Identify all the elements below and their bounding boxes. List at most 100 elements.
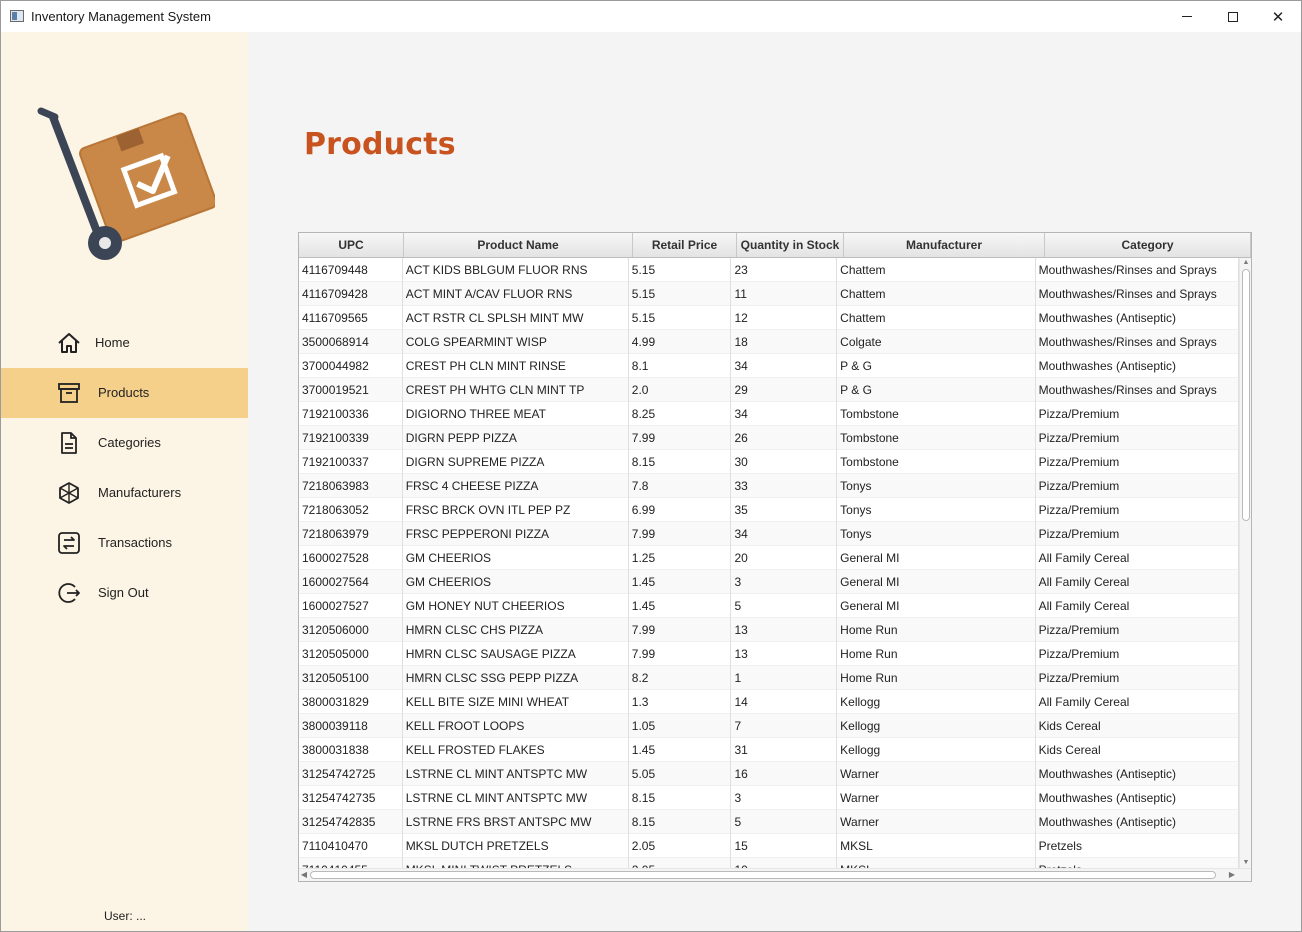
sidebar: Home Products Categories Manufacturers T…	[1, 32, 248, 931]
cell-manufacturer: Tombstone	[837, 426, 1036, 450]
cell-retail-price: 2.05	[629, 858, 732, 868]
cell-manufacturer: Home Run	[837, 642, 1036, 666]
scroll-up-icon[interactable]: ▲	[1240, 258, 1251, 268]
scroll-left-icon[interactable]: ◀	[299, 869, 309, 881]
cell-quantity-in-stock: 29	[731, 378, 838, 402]
table-row[interactable]: 31254742835 LSTRNE FRS BRST ANTSPC MW 8.15…	[299, 810, 1239, 834]
cell-retail-price: 1.3	[629, 690, 732, 714]
sidebar-item-label: Manufacturers	[98, 485, 182, 500]
table-row[interactable]: 3700044982 CREST PH CLN MINT RINSE 8.1 34 P …	[299, 354, 1239, 378]
column-header-upc[interactable]: UPC	[299, 233, 404, 257]
sidebar-item-products[interactable]: Products	[1, 368, 248, 418]
column-header-retail-price[interactable]: Retail Price	[633, 233, 737, 257]
home-icon	[58, 333, 80, 353]
table-row[interactable]: 7192100337 DIGRN SUPREME PIZZA 8.15 30 Tombs…	[299, 450, 1239, 474]
table-row[interactable]: 7110410470 MKSL DUTCH PRETZELS 2.05 15 MKSL P…	[299, 834, 1239, 858]
cell-manufacturer: P & G	[837, 354, 1036, 378]
table-row[interactable]: 7192100339 DIGRN PEPP PIZZA 7.99 26 Tombston…	[299, 426, 1239, 450]
minimize-button[interactable]	[1164, 1, 1210, 32]
table-row[interactable]: 7218063979 FRSC PEPPERONI PIZZA 7.99 34 Tony…	[299, 522, 1239, 546]
scroll-right-icon[interactable]: ▶	[1227, 869, 1237, 881]
cell-category: Mouthwashes/Rinses and Sprays	[1036, 330, 1239, 354]
cell-product-name: ACT MINT A/CAV FLUOR RNS	[403, 282, 629, 306]
maximize-icon	[1228, 11, 1238, 22]
cell-category: Pizza/Premium	[1036, 666, 1239, 690]
sidebar-item-transactions[interactable]: Transactions	[1, 518, 248, 568]
table-row[interactable]: 3800031838 KELL FROSTED FLAKES 1.45 31 Kello…	[299, 738, 1239, 762]
table-row[interactable]: 1600027528 GM CHEERIOS 1.25 20 General MI All…	[299, 546, 1239, 570]
cell-retail-price: 6.99	[629, 498, 732, 522]
table-row[interactable]: 31254742735 LSTRNE CL MINT ANTSPTC MW 8.15…	[299, 786, 1239, 810]
cell-category: Mouthwashes (Antiseptic)	[1036, 810, 1239, 834]
table-row[interactable]: 3800039118 KELL FROOT LOOPS 1.05 7 Kellogg Ki…	[299, 714, 1239, 738]
cell-upc: 7192100339	[299, 426, 403, 450]
vertical-scroll-thumb[interactable]	[1242, 269, 1250, 521]
sidebar-item-sign-out[interactable]: Sign Out	[1, 568, 248, 618]
table-row[interactable]: 31254742725 LSTRNE CL MINT ANTSPTC MW 5.05…	[299, 762, 1239, 786]
horizontal-scrollbar[interactable]: ◀ ▶	[299, 868, 1251, 881]
table-row[interactable]: 3500068914 COLG SPEARMINT WISP 4.99 18 Colga…	[299, 330, 1239, 354]
scroll-down-icon[interactable]: ▼	[1240, 858, 1251, 868]
table-row[interactable]: 3120506000 HMRN CLSC CHS PIZZA 7.99 13 Home …	[299, 618, 1239, 642]
cell-manufacturer: Warner	[837, 786, 1036, 810]
column-header-manufacturer[interactable]: Manufacturer	[844, 233, 1045, 257]
sidebar-item-categories[interactable]: Categories	[1, 418, 248, 468]
column-header-category[interactable]: Category	[1045, 233, 1251, 257]
table-row[interactable]: 3800031829 KELL BITE SIZE MINI WHEAT 1.3 14…	[299, 690, 1239, 714]
cell-retail-price: 8.15	[629, 450, 732, 474]
cell-category: Kids Cereal	[1036, 714, 1239, 738]
cell-quantity-in-stock: 15	[731, 834, 838, 858]
cell-category: Mouthwashes (Antiseptic)	[1036, 762, 1239, 786]
cell-product-name: ACT RSTR CL SPLSH MINT MW	[403, 306, 629, 330]
cell-product-name: FRSC 4 CHEESE PIZZA	[403, 474, 629, 498]
cell-retail-price: 1.05	[629, 714, 732, 738]
table-body[interactable]: 4116709448 ACT KIDS BBLGUM FLUOR RNS 5.15 2…	[299, 258, 1239, 868]
page-title: Products	[304, 127, 456, 162]
table-row[interactable]: 3700019521 CREST PH WHTG CLN MINT TP 2.0 29…	[299, 378, 1239, 402]
table-row[interactable]: 7218063052 FRSC BRCK OVN ITL PEP PZ 6.99 35…	[299, 498, 1239, 522]
cell-category: Pizza/Premium	[1036, 450, 1239, 474]
table-row[interactable]: 4116709565 ACT RSTR CL SPLSH MINT MW 5.15 1…	[299, 306, 1239, 330]
cell-quantity-in-stock: 3	[731, 570, 838, 594]
cell-manufacturer: Chattem	[837, 306, 1036, 330]
maximize-button[interactable]	[1210, 1, 1256, 32]
cell-retail-price: 1.45	[629, 738, 732, 762]
cell-upc: 4116709448	[299, 258, 403, 282]
close-button[interactable]: ✕	[1255, 1, 1301, 32]
sidebar-item-home[interactable]: Home	[1, 318, 248, 368]
cell-upc: 3120506000	[299, 618, 403, 642]
cell-manufacturer: Chattem	[837, 282, 1036, 306]
table-row[interactable]: 3120505000 HMRN CLSC SAUSAGE PIZZA 7.99 13 H…	[299, 642, 1239, 666]
cell-retail-price: 7.99	[629, 522, 732, 546]
cell-quantity-in-stock: 26	[731, 426, 838, 450]
table-row[interactable]: 1600027527 GM HONEY NUT CHEERIOS 1.45 5 Gene…	[299, 594, 1239, 618]
table-row[interactable]: 4116709428 ACT MINT A/CAV FLUOR RNS 5.15 11…	[299, 282, 1239, 306]
horizontal-scroll-thumb[interactable]	[310, 871, 1216, 879]
cell-quantity-in-stock: 30	[731, 450, 838, 474]
table-row[interactable]: 3120505100 HMRN CLSC SSG PEPP PIZZA 8.2 1 Ho…	[299, 666, 1239, 690]
cell-retail-price: 8.25	[629, 402, 732, 426]
cell-retail-price: 7.99	[629, 618, 732, 642]
cell-category: Pizza/Premium	[1036, 402, 1239, 426]
cell-upc: 7192100336	[299, 402, 403, 426]
table-row[interactable]: 1600027564 GM CHEERIOS 1.45 3 General MI All …	[299, 570, 1239, 594]
column-header-quantity-in-stock[interactable]: Quantity in Stock	[737, 233, 844, 257]
cell-upc: 31254742835	[299, 810, 403, 834]
sidebar-item-manufacturers[interactable]: Manufacturers	[1, 468, 248, 518]
products-table[interactable]: UPC Product Name Retail Price Quantity in S…	[298, 232, 1252, 882]
cell-manufacturer: MKSL	[837, 834, 1036, 858]
table-row[interactable]: 4116709448 ACT KIDS BBLGUM FLUOR RNS 5.15 2…	[299, 258, 1239, 282]
cell-quantity-in-stock: 35	[731, 498, 838, 522]
table-row[interactable]: 7110410455MKSL MINI TWIST PRETZELS2.0510…	[299, 858, 1239, 868]
table-row[interactable]: 7218063983 FRSC 4 CHEESE PIZZA 7.8 33 Tonys P…	[299, 474, 1239, 498]
title-bar[interactable]: Inventory Management System ✕	[1, 1, 1301, 32]
cell-manufacturer: Tombstone	[837, 450, 1036, 474]
exchange-icon	[58, 532, 80, 554]
cell-quantity-in-stock: 16	[731, 762, 838, 786]
cell-upc: 3800031838	[299, 738, 403, 762]
cell-manufacturer: Warner	[837, 810, 1036, 834]
cell-retail-price: 7.8	[629, 474, 732, 498]
vertical-scrollbar[interactable]: ▲ ▼	[1239, 258, 1251, 868]
table-row[interactable]: 7192100336 DIGIORNO THREE MEAT 8.25 34 Tombs…	[299, 402, 1239, 426]
column-header-product-name[interactable]: Product Name	[404, 233, 633, 257]
